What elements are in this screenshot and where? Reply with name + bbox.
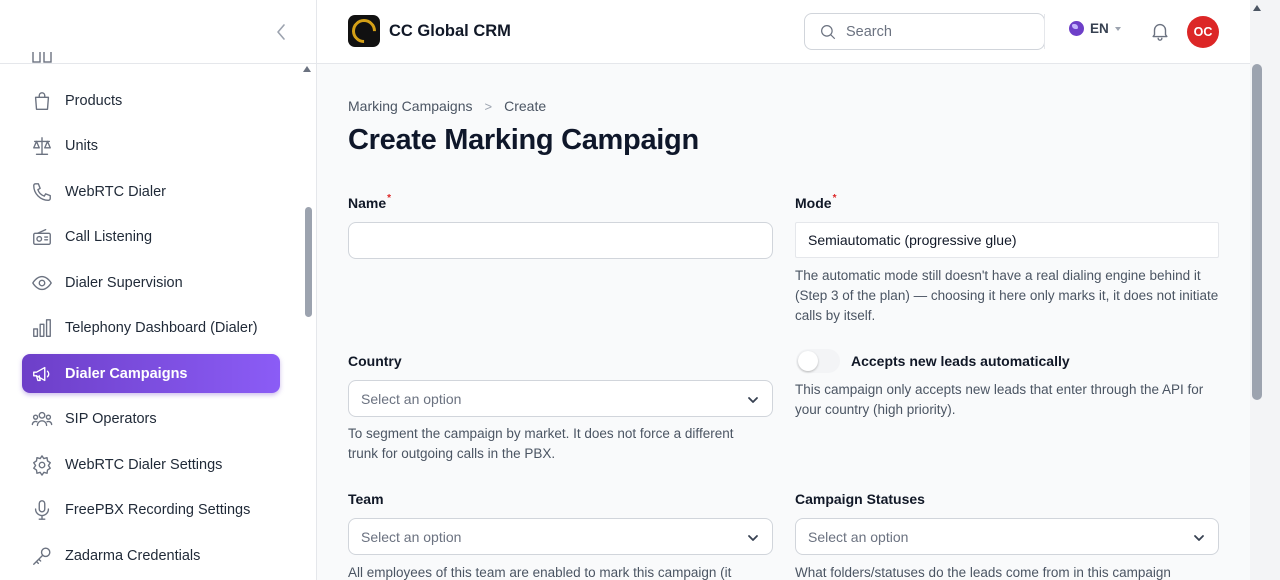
mode-selected-value: Semiautomatic (progressive glue) [808, 232, 1017, 248]
search-icon [821, 24, 836, 39]
search-box[interactable] [804, 13, 1045, 50]
campaign-statuses-label: Campaign Statuses [795, 491, 925, 507]
sidebar: Products Units WebRTC Dialer Call Listen… [0, 0, 317, 580]
sidebar-item-label: FreePBX Recording Settings [65, 502, 251, 518]
sidebar-item-telephony-dashboard[interactable]: Telephony Dashboard (Dialer) [22, 309, 280, 348]
toggle-knob [798, 351, 818, 371]
team-label: Team [348, 491, 384, 507]
country-select[interactable]: Select an option [348, 380, 773, 417]
sidebar-item-label: SIP Operators [65, 411, 157, 427]
breadcrumb-current: Create [504, 98, 547, 114]
sidebar-item-label: Dialer Campaigns [65, 365, 188, 382]
cog-icon [31, 454, 53, 476]
required-asterisk: * [832, 193, 837, 204]
sidebar-collapse-button[interactable] [270, 20, 292, 44]
user-avatar[interactable]: OC [1187, 16, 1219, 48]
accepts-new-leads-toggle[interactable] [796, 349, 840, 373]
accepts-new-leads-label[interactable]: Accepts new leads automatically [851, 353, 1070, 369]
chart-bar-icon [31, 317, 53, 339]
nav-item-partial [32, 52, 52, 64]
sidebar-item-label: Units [65, 138, 99, 154]
campaign-statuses-select[interactable]: Select an option [795, 518, 1219, 555]
campaign-statuses-placeholder: Select an option [808, 528, 909, 545]
caret-down-icon [1114, 26, 1121, 31]
sidebar-item-label: Call Listening [65, 229, 153, 245]
chevron-down-icon [746, 393, 760, 407]
mode-help-text: The automatic mode still doesn't have a … [795, 268, 1219, 323]
sidebar-item-products[interactable]: Products [22, 81, 280, 120]
sidebar-nav: Products Units WebRTC Dialer Call Listen… [22, 81, 280, 580]
mode-label-text: Mode [795, 195, 832, 211]
brand-name[interactable]: CC Global CRM [389, 22, 511, 41]
key-icon [31, 545, 53, 567]
search-input[interactable] [846, 23, 1026, 40]
mode-label: Mode* [795, 193, 837, 211]
grid-icon [32, 52, 52, 63]
sidebar-item-dialer-supervision[interactable]: Dialer Supervision [22, 263, 280, 302]
chevron-right-icon: > [484, 98, 493, 114]
sidebar-item-freepbx-recording-settings[interactable]: FreePBX Recording Settings [22, 491, 280, 530]
breadcrumb-parent-link[interactable]: Marking Campaigns [348, 98, 473, 114]
team-select[interactable]: Select an option [348, 518, 773, 555]
notifications-button[interactable] [1149, 20, 1171, 44]
top-bar: CC Global CRM EN OC [317, 0, 1250, 64]
sidebar-scrollbar-thumb[interactable] [305, 207, 312, 317]
breadcrumb: Marking Campaigns > Create [348, 98, 546, 114]
country-help-text: To segment the campaign by market. It do… [348, 426, 734, 461]
country-placeholder: Select an option [361, 390, 462, 407]
sidebar-item-units[interactable]: Units [22, 127, 280, 166]
sidebar-item-label: Dialer Supervision [65, 274, 183, 291]
sidebar-item-sip-operators[interactable]: SIP Operators [22, 400, 280, 439]
sidebar-item-label: WebRTC Dialer Settings [65, 456, 223, 473]
team-placeholder: Select an option [361, 528, 462, 545]
sidebar-item-call-listening[interactable]: Call Listening [22, 218, 280, 257]
header-divider [1044, 14, 1045, 49]
sidebar-item-dialer-campaigns[interactable]: Dialer Campaigns [22, 354, 280, 393]
bell-icon [1152, 23, 1168, 41]
campaign-statuses-help-text: What folders/statuses do the leads come … [795, 565, 1171, 580]
shopping-bag-icon [31, 90, 53, 112]
name-label: Name* [348, 193, 392, 211]
mode-select[interactable]: Semiautomatic (progressive glue) [795, 222, 1219, 258]
sidebar-scroll-up-arrow[interactable] [303, 66, 311, 72]
user-group-icon [31, 408, 53, 430]
team-help-text: All employees of this team are enabled t… [348, 565, 732, 580]
main-scrollbar-thumb[interactable] [1252, 64, 1262, 400]
eye-icon [31, 272, 53, 294]
sidebar-item-zadarma-credentials[interactable]: Zadarma Credentials [22, 536, 280, 575]
microphone-icon [31, 499, 53, 521]
sidebar-item-webrtc-dialer-settings[interactable]: WebRTC Dialer Settings [22, 445, 280, 484]
brand-logo[interactable] [347, 14, 381, 48]
sidebar-item-label: WebRTC Dialer [65, 183, 166, 200]
sidebar-item-webrtc-dialer[interactable]: WebRTC Dialer [22, 172, 280, 211]
phone-icon [31, 181, 53, 203]
main-scroll-up-arrow[interactable] [1253, 5, 1261, 11]
chevron-down-icon [746, 531, 760, 545]
chevron-down-icon [1192, 531, 1206, 545]
scale-icon [31, 135, 53, 157]
required-asterisk: * [387, 193, 392, 204]
chevron-left-icon [277, 24, 285, 40]
accepts-new-leads-help-text: This campaign only accepts new leads tha… [795, 382, 1204, 417]
sidebar-item-label: Zadarma Credentials [65, 547, 201, 564]
name-input[interactable] [348, 222, 773, 259]
name-label-text: Name [348, 195, 387, 211]
language-label: EN [1090, 21, 1109, 36]
country-label: Country [348, 353, 402, 369]
radio-icon [31, 226, 53, 248]
globe-icon [1069, 21, 1084, 36]
page-title: Create Marking Campaign [348, 124, 699, 156]
megaphone-icon [31, 363, 53, 385]
sidebar-item-label: Products [65, 92, 123, 109]
language-switcher[interactable]: EN [1069, 21, 1121, 36]
sidebar-item-label: Telephony Dashboard (Dialer) [65, 320, 258, 336]
